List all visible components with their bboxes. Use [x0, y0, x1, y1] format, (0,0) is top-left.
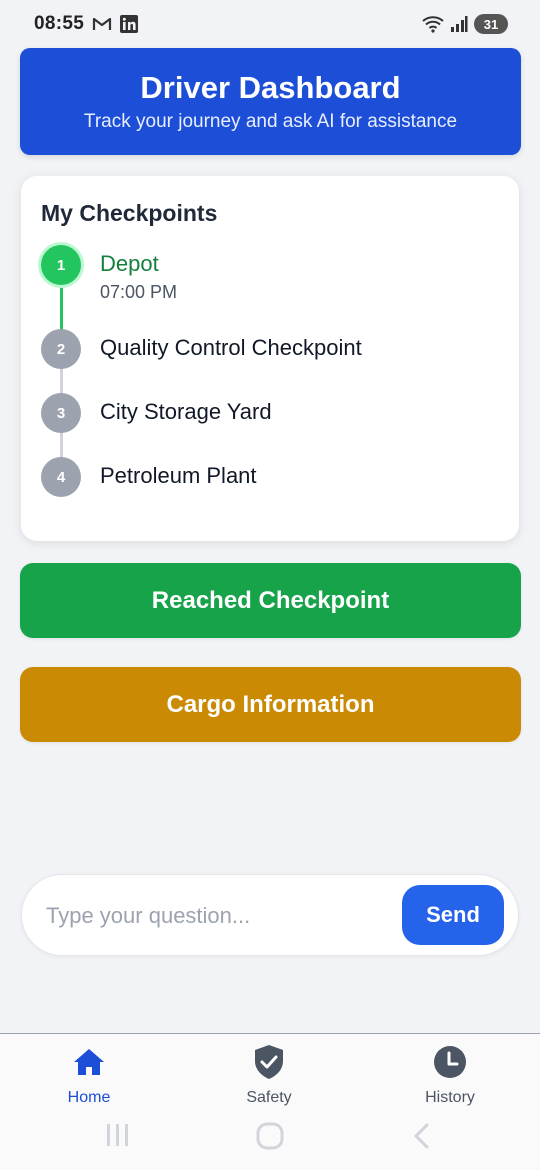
checkpoint-name: Depot [100, 251, 159, 276]
status-left: 08:55 [34, 13, 139, 35]
status-bar: 08:55 31 [0, 0, 540, 48]
checkpoint-name: City Storage Yard [100, 399, 272, 424]
system-navigation-bar [0, 1116, 540, 1156]
status-right: 31 [422, 14, 508, 34]
checkpoint-number-2: 2 [41, 329, 81, 369]
checkpoint-number-1: 1 [41, 245, 81, 285]
battery-icon: 31 [474, 14, 508, 34]
checkpoint-time: 07:00 PM [100, 282, 178, 302]
reached-checkpoint-button[interactable]: Reached Checkpoint [20, 563, 521, 638]
nav-item-safety[interactable]: Safety [209, 1044, 329, 1108]
nav-label: Home [67, 1089, 111, 1106]
home-icon [71, 1044, 107, 1080]
wifi-icon [422, 15, 444, 33]
linkedin-icon [120, 15, 139, 33]
send-button[interactable]: Send [402, 885, 504, 945]
page-title: Driver Dashboard [140, 69, 401, 105]
gmail-icon [92, 16, 112, 32]
signal-icon [450, 15, 468, 33]
status-time: 08:55 [34, 13, 85, 34]
ai-chat-bar: Send [21, 874, 519, 956]
home-button-icon[interactable] [255, 1122, 285, 1150]
checkpoint-name: Petroleum Plant [100, 463, 257, 488]
page-subtitle: Track your journey and ask AI for assist… [83, 111, 458, 133]
dashboard-header: Driver Dashboard Track your journey and … [20, 48, 521, 155]
nav-label: Safety [246, 1089, 292, 1106]
back-icon[interactable] [410, 1122, 432, 1150]
shield-check-icon [251, 1044, 287, 1080]
nav-label: History [425, 1089, 475, 1106]
recent-apps-icon[interactable] [104, 1122, 132, 1148]
clock-icon [432, 1044, 468, 1080]
checkpoint-timeline: 1 Depot 07:00 PM 2 Quality Control Check… [21, 176, 519, 541]
nav-item-home[interactable]: Home [29, 1044, 149, 1108]
driver-dashboard-screen: 08:55 31 Driver Dashboard Track your jou… [0, 0, 540, 1170]
cargo-information-button[interactable]: Cargo Information [20, 667, 521, 742]
checkpoint-number-3: 3 [41, 393, 81, 433]
checkpoint-number-4: 4 [41, 457, 81, 497]
checkpoints-card: My Checkpoints 1 Depot 07:00 PM 2 Qualit… [21, 176, 519, 541]
nav-item-history[interactable]: History [390, 1044, 510, 1108]
checkpoint-name: Quality Control Checkpoint [100, 335, 362, 360]
question-input[interactable] [46, 893, 396, 939]
